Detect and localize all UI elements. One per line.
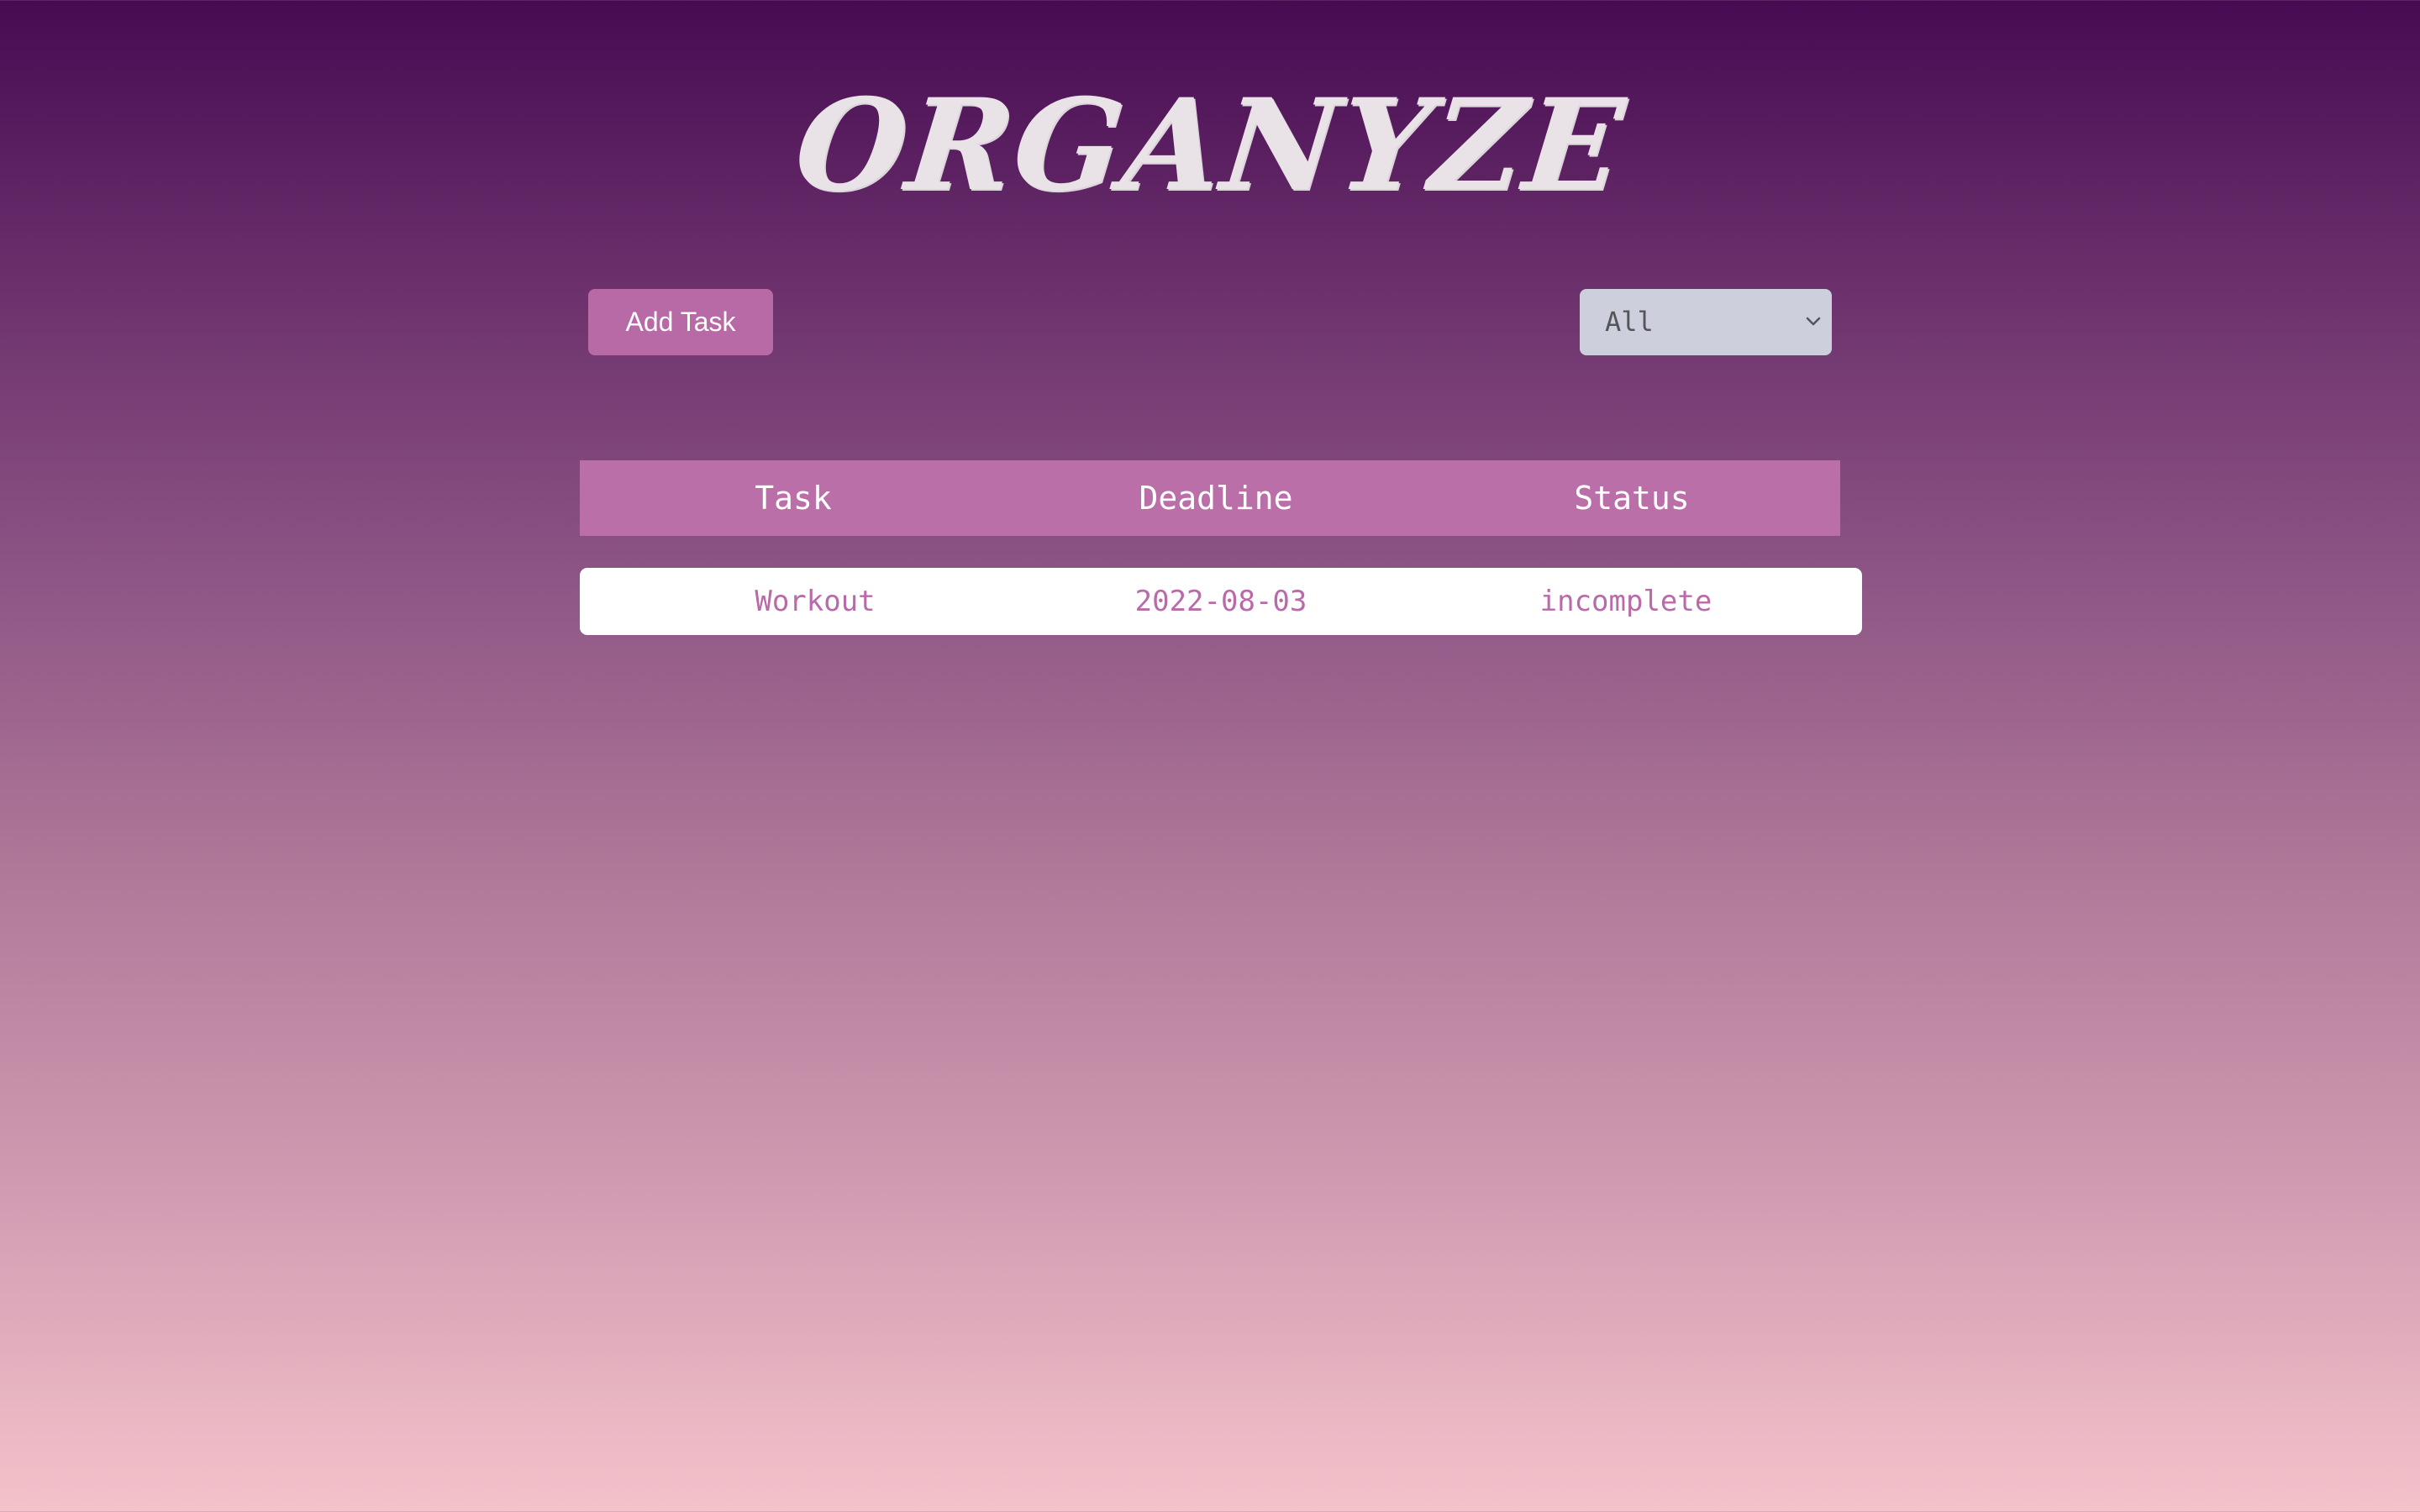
status-filter-select[interactable]: All xyxy=(1580,289,1832,355)
app-logo: Organyze xyxy=(788,71,1632,219)
add-task-button[interactable]: Add Task xyxy=(588,289,773,355)
filter-selected-value: All xyxy=(1605,306,1654,338)
column-header-task[interactable]: Task xyxy=(625,460,961,536)
chevron-down-icon xyxy=(1806,317,1821,326)
task-deadline: 2022-08-03 xyxy=(1134,585,1307,618)
column-header-deadline[interactable]: Deadline xyxy=(1048,460,1384,536)
task-table-header: Task Deadline Status xyxy=(580,460,1840,536)
task-status[interactable]: incomplete xyxy=(1458,568,1794,635)
column-header-status[interactable]: Status xyxy=(1464,460,1800,536)
task-name: Workout xyxy=(755,585,876,618)
table-row[interactable]: Workout 2022-08-03 incomplete xyxy=(580,568,1862,635)
